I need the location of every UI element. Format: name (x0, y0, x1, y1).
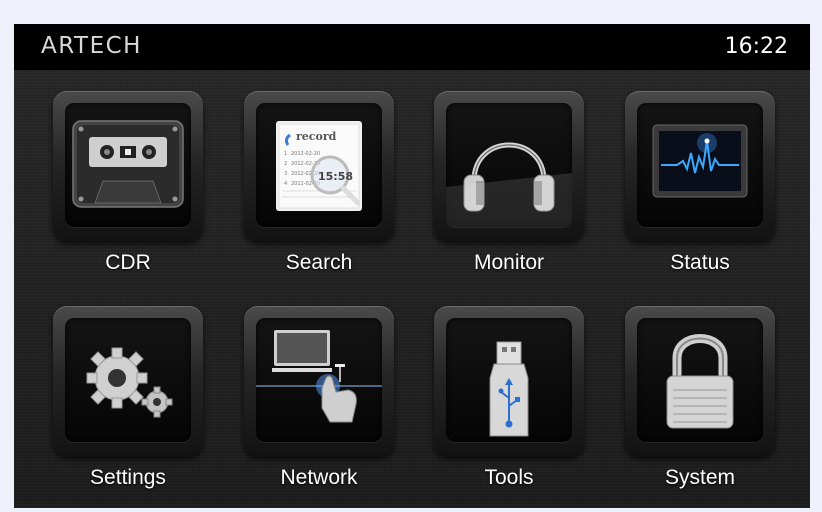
clock: 16:22 (724, 34, 788, 59)
monitor-tile[interactable] (434, 91, 584, 241)
tools-label: Tools (484, 466, 534, 489)
brand-logo: ARTECH (41, 33, 142, 59)
svg-text:4: 4 (284, 181, 287, 187)
system-tile[interactable] (625, 306, 775, 456)
status-label: Status (670, 251, 730, 274)
svg-text:15:58: 15:58 (318, 170, 353, 183)
settings-label: Settings (90, 466, 166, 489)
cdr-tile[interactable] (53, 91, 203, 241)
network-tile-face (256, 318, 382, 442)
svg-text:record: record (296, 130, 337, 143)
search-tile[interactable]: record 1 2012-02-20 2 2012-02-20 3 2012-… (244, 91, 394, 241)
padlock-icon (666, 334, 734, 429)
search-label: Search (285, 251, 353, 274)
tools-tile[interactable] (434, 306, 584, 456)
settings-tile[interactable] (53, 306, 203, 456)
network-touch-icon (256, 330, 382, 423)
network-tile[interactable] (244, 306, 394, 456)
headphones-icon (446, 142, 572, 227)
system-tile-face (637, 318, 763, 442)
monitor-tile-face (446, 103, 572, 227)
search-tile-face: record 1 2012-02-20 2 2012-02-20 3 2012-… (256, 103, 382, 227)
record-search-icon: record 1 2012-02-20 2 2012-02-20 3 2012-… (276, 121, 362, 211)
cdr-label: CDR (105, 251, 151, 274)
tools-tile-face (446, 318, 572, 442)
svg-text:3: 3 (284, 171, 287, 177)
waveform-monitor-icon (652, 124, 748, 198)
svg-text:1: 1 (284, 151, 287, 157)
monitor-label: Monitor (473, 251, 545, 274)
network-label: Network (280, 466, 358, 489)
main-screen: ARTECH 16:22 CDR record 1 2012-02-20 2 2… (14, 24, 810, 508)
svg-text:2: 2 (284, 161, 287, 167)
top-bar: ARTECH 16:22 (14, 24, 810, 70)
cdr-tile-face (65, 103, 191, 227)
status-tile[interactable] (625, 91, 775, 241)
svg-text:2012-02-20: 2012-02-20 (291, 151, 320, 157)
usb-drive-icon (489, 341, 529, 437)
cassette-tape-icon (72, 120, 184, 208)
status-tile-face (637, 103, 763, 227)
gears-icon (86, 347, 173, 418)
system-label: System (664, 466, 735, 489)
settings-tile-face (65, 318, 191, 442)
